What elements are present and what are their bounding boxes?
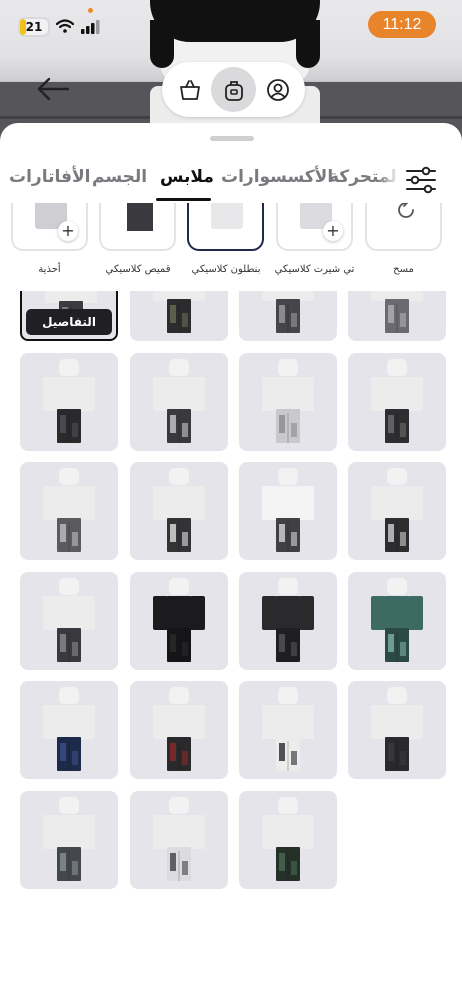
clock: 11:12 <box>368 11 436 38</box>
profile-button[interactable] <box>255 67 300 112</box>
avatar-figure-thumbnail <box>153 797 205 881</box>
avatar-figure-thumbnail <box>262 687 314 771</box>
sheet-drag-handle[interactable] <box>210 136 254 141</box>
wifi-icon <box>56 19 74 33</box>
classic-tshirt-label: تي شيرت كلاسيكي <box>274 264 355 275</box>
avatar-figure-thumbnail <box>153 578 205 662</box>
clothing-item-tile[interactable] <box>20 791 118 889</box>
avatar-figure-thumbnail <box>262 578 314 662</box>
back-arrow-icon[interactable] <box>34 74 72 104</box>
avatar-figure-thumbnail <box>371 578 423 662</box>
clothing-item-tile[interactable] <box>239 681 337 779</box>
add-icon: + <box>323 221 343 241</box>
backpack-icon <box>224 80 243 101</box>
avatar-editor-screen: 21 11:12 المتحركة الأكسسوارات ملابس الجس… <box>0 0 462 1000</box>
clothing-item-tile[interactable] <box>239 462 337 560</box>
classic-shirt-label: قميص كلاسيكي <box>105 264 171 275</box>
avatar-figure-thumbnail <box>43 468 95 552</box>
clothing-item-tile[interactable]: التفاصيل <box>20 291 118 341</box>
avatar-figure-thumbnail <box>262 359 314 443</box>
classic-shirt-tile[interactable] <box>99 203 176 251</box>
mode-switcher <box>162 62 305 117</box>
avatar-figure-thumbnail <box>371 291 423 333</box>
clothing-item-tile[interactable] <box>130 572 228 670</box>
avatar-figure-thumbnail <box>371 468 423 552</box>
clothing-item-tile[interactable] <box>348 681 446 779</box>
clothing-item-tile[interactable] <box>20 353 118 451</box>
active-tab-indicator <box>156 198 211 201</box>
reset-icon <box>398 203 414 218</box>
battery-fill <box>20 19 26 35</box>
cellular-signal-icon <box>81 20 100 34</box>
pants-icon <box>211 203 243 229</box>
clothing-item-tile[interactable] <box>239 353 337 451</box>
avatar-figure-thumbnail <box>43 797 95 881</box>
tab-avatars[interactable]: الأفاتارات <box>9 167 90 187</box>
tab-clothing[interactable]: ملابس <box>160 167 214 187</box>
clothing-item-tile[interactable] <box>348 353 446 451</box>
avatar-figure-thumbnail <box>153 359 205 443</box>
add-icon: + <box>58 221 78 241</box>
status-bar: 21 11:12 <box>0 0 462 50</box>
avatar-figure-thumbnail <box>43 578 95 662</box>
clothing-item-tile[interactable] <box>348 291 446 341</box>
details-button[interactable]: التفاصيل <box>26 309 112 335</box>
clothing-item-tile[interactable] <box>348 462 446 560</box>
clothing-item-tile[interactable] <box>130 681 228 779</box>
recording-indicator-dot <box>88 8 93 13</box>
clothing-item-tile[interactable] <box>20 572 118 670</box>
shirt-icon <box>127 203 153 231</box>
tab-accessories[interactable]: الأكسسوارات <box>221 167 333 187</box>
clothing-item-tile[interactable] <box>239 291 337 341</box>
category-tabs: المتحركة الأكسسوارات ملابس الجسم الأفاتا… <box>0 153 462 201</box>
clothing-item-tile[interactable] <box>130 291 228 341</box>
subcategory-row: مسح + تي شيرت كلاسيكي بنطلون كلاسيكي قمي… <box>0 203 462 291</box>
clothing-item-tile[interactable] <box>348 572 446 670</box>
avatar-figure-thumbnail <box>371 687 423 771</box>
reset-tile[interactable] <box>365 203 442 251</box>
clothing-item-tile[interactable] <box>20 681 118 779</box>
shoes-tile[interactable]: + <box>11 203 88 251</box>
inventory-button[interactable] <box>211 67 256 112</box>
item-grid: التفاصيل <box>0 291 462 1000</box>
clothing-item-tile[interactable] <box>239 572 337 670</box>
customize-sheet: المتحركة الأكسسوارات ملابس الجسم الأفاتا… <box>0 123 462 1000</box>
person-icon <box>266 78 289 101</box>
avatar-figure-thumbnail <box>262 468 314 552</box>
clothing-item-tile[interactable] <box>239 791 337 889</box>
clothing-item-tile[interactable] <box>130 462 228 560</box>
tab-body[interactable]: الجسم <box>92 167 147 187</box>
clothing-item-tile[interactable] <box>130 791 228 889</box>
tab-fade <box>378 153 400 201</box>
avatar-figure-thumbnail <box>153 291 205 333</box>
avatar-figure-thumbnail <box>262 291 314 333</box>
avatar-figure-thumbnail <box>262 797 314 881</box>
classic-pants-tile[interactable] <box>187 203 264 251</box>
avatar-figure-thumbnail <box>43 687 95 771</box>
shop-button[interactable] <box>167 67 212 112</box>
classic-pants-label: بنطلون كلاسيكي <box>191 264 261 275</box>
battery-percent: 21 <box>25 20 43 34</box>
avatar-figure-thumbnail <box>153 468 205 552</box>
clothing-item-tile[interactable] <box>130 353 228 451</box>
avatar-figure-thumbnail <box>43 359 95 443</box>
reset-label: مسح <box>393 264 414 275</box>
battery-indicator: 21 <box>18 17 50 37</box>
clothing-item-tile[interactable] <box>20 462 118 560</box>
filter-sliders-icon[interactable] <box>404 165 438 195</box>
avatar-figure-thumbnail <box>371 359 423 443</box>
shoes-label: أحذية <box>38 264 61 275</box>
avatar-figure-thumbnail <box>153 687 205 771</box>
shopping-bag-icon <box>179 79 200 100</box>
classic-tshirt-tile[interactable]: + <box>276 203 353 251</box>
